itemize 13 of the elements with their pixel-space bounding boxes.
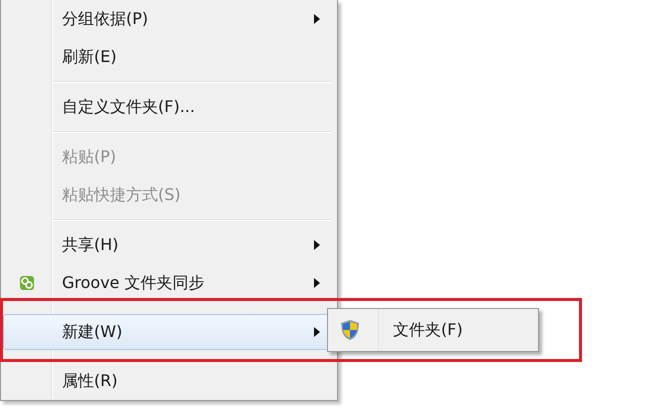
menu-item[interactable]: 自定义文件夹(F)... — [3, 88, 335, 126]
menu-item[interactable]: 属性(R) — [3, 362, 335, 400]
submenu-arrow-icon — [314, 278, 320, 288]
submenu-arrow-icon — [314, 327, 320, 337]
sync-icon — [19, 275, 35, 291]
submenu-arrow-icon — [314, 14, 320, 24]
submenu-arrow-icon — [314, 240, 320, 250]
menu-item[interactable]: 文件夹(F) — [328, 309, 538, 351]
menu-item[interactable]: 共享(H) — [3, 226, 335, 264]
shield-icon — [340, 319, 360, 341]
menu-item[interactable]: Groove 文件夹同步 — [3, 264, 335, 302]
menu-item[interactable]: 刷新(E) — [3, 38, 335, 76]
menu-item[interactable]: 分组依据(P) — [3, 0, 335, 38]
